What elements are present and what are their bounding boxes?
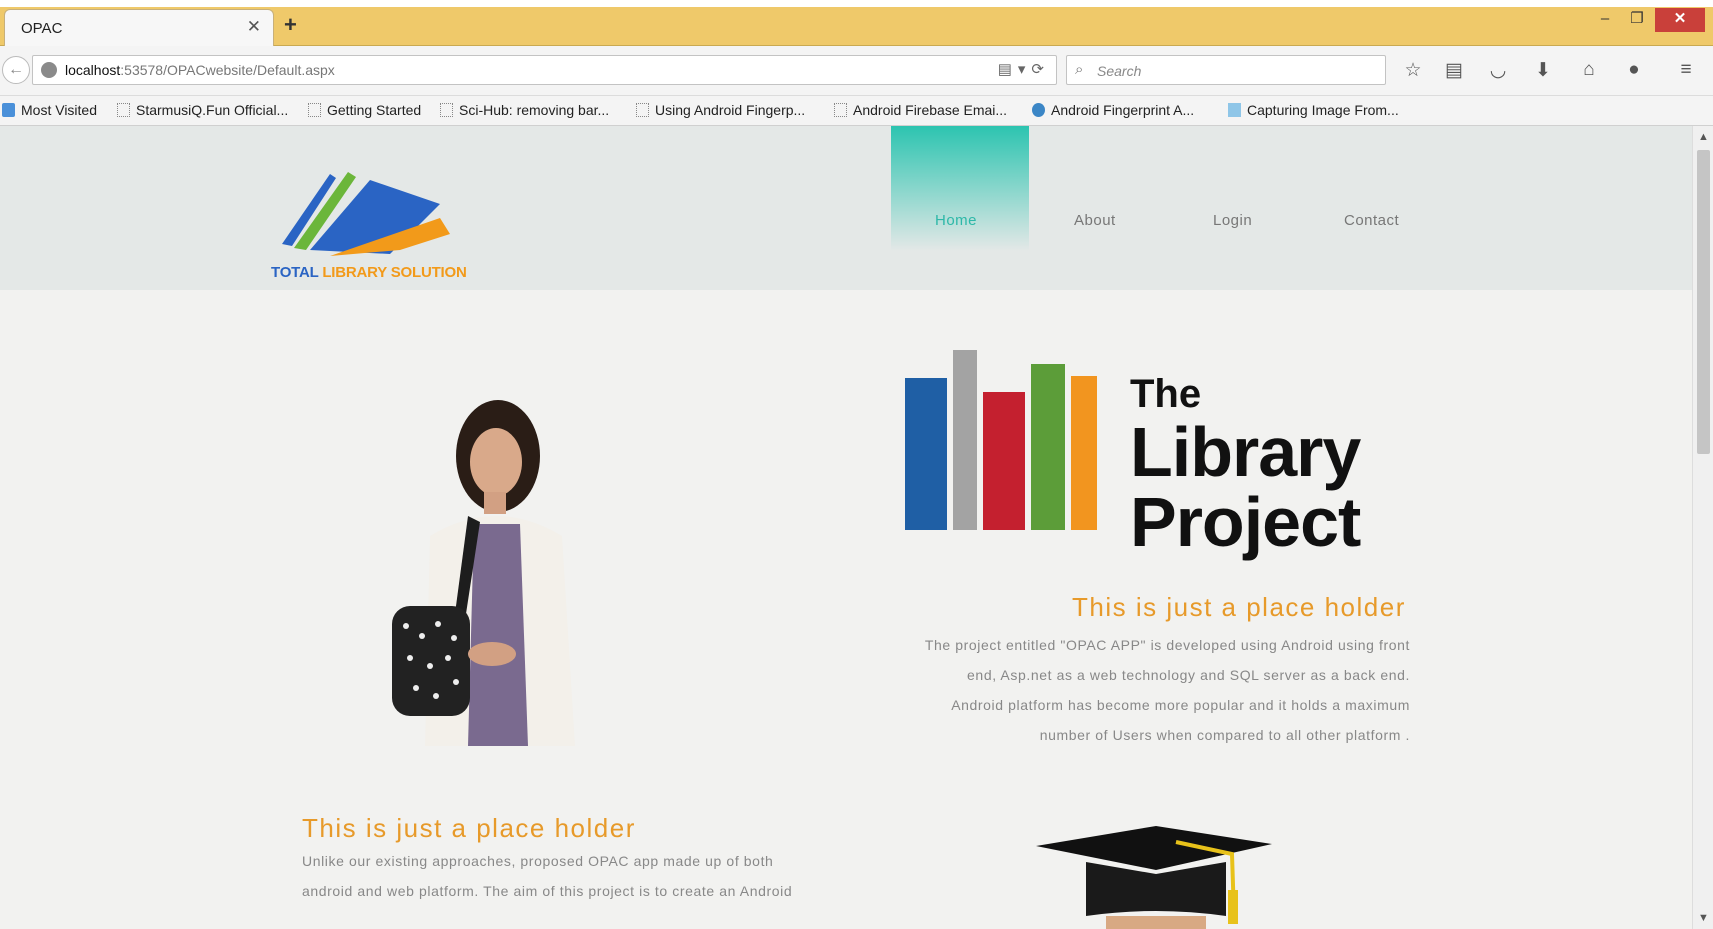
tab-title: OPAC	[21, 20, 63, 37]
paragraph-line: The project entitled "OPAC APP" is devel…	[924, 637, 1410, 653]
section1-paragraph: The project entitled "OPAC APP" is devel…	[850, 630, 1410, 750]
paragraph-line: android and web platform. The aim of thi…	[302, 883, 793, 899]
browser-tab[interactable]: OPAC ✕	[4, 9, 274, 47]
section2-paragraph: Unlike our existing approaches, proposed…	[302, 846, 862, 906]
pocket-icon[interactable]: ◡	[1485, 59, 1511, 82]
close-window-button[interactable]: ✕	[1655, 8, 1705, 32]
back-button[interactable]: ←	[2, 56, 30, 84]
browser-window: OPAC ✕ + – ❐ ✕ ← localhost:53578/OPACweb…	[0, 0, 1713, 929]
page-icon	[440, 103, 453, 117]
section1-heading: This is just a place holder	[1072, 592, 1406, 622]
page-icon	[636, 103, 649, 117]
address-bar[interactable]: localhost:53578/OPACwebsite/Default.aspx…	[32, 55, 1057, 85]
download-icon[interactable]: ⬇	[1530, 59, 1556, 82]
nav-about[interactable]: About	[1074, 212, 1116, 229]
bookmark-item[interactable]: StarmusiQ.Fun Official...	[117, 102, 288, 118]
nav-active-highlight	[891, 126, 1029, 251]
nav-contact[interactable]: Contact	[1344, 212, 1399, 229]
section2-heading: This is just a place holder	[302, 813, 636, 843]
page-icon	[834, 103, 847, 117]
page-icon	[117, 103, 130, 117]
search-placeholder: Search	[1097, 63, 1142, 79]
hero-logo-library: Library	[1130, 413, 1361, 491]
site-info-icon[interactable]	[41, 62, 57, 78]
hero-logo-project: Project	[1130, 483, 1361, 561]
graduation-cap-icon	[1036, 826, 1272, 929]
paragraph-line: Android platform has become more popular…	[951, 697, 1410, 713]
bookmark-item[interactable]: Android Firebase Emai...	[834, 102, 1007, 118]
close-tab-icon[interactable]: ✕	[247, 17, 261, 37]
nav-toolbar: ← localhost:53578/OPACwebsite/Default.as…	[0, 46, 1713, 96]
page-icon	[308, 103, 321, 117]
url-text: localhost:53578/OPACwebsite/Default.aspx	[65, 62, 335, 78]
bookmark-item[interactable]: Capturing Image From...	[1228, 102, 1399, 118]
scroll-up-icon[interactable]: ▲	[1698, 131, 1709, 143]
chat-icon[interactable]: ●	[1621, 59, 1647, 81]
paragraph-line: number of Users when compared to all oth…	[1039, 727, 1410, 743]
new-tab-button[interactable]: +	[284, 12, 297, 38]
bookmark-item[interactable]: Sci-Hub: removing bar...	[440, 102, 609, 118]
logo-text: TOTAL LIBRARY SOLUTION	[271, 264, 467, 281]
hero-logo-the: The	[1130, 372, 1202, 416]
bookmark-item[interactable]: Android Fingerprint A...	[1032, 102, 1194, 118]
url-host: localhost	[65, 62, 121, 78]
most-visited-icon	[2, 103, 15, 117]
menu-icon[interactable]: ≡	[1673, 59, 1699, 81]
reading-list-icon[interactable]: ▤	[1441, 59, 1467, 82]
bookmark-item[interactable]: Using Android Fingerp...	[636, 102, 805, 118]
bookmark-item[interactable]: Getting Started	[308, 102, 421, 118]
nav-login[interactable]: Login	[1213, 212, 1252, 229]
web-page: TOTAL LIBRARY SOLUTION Home About Login …	[0, 126, 1692, 929]
nav-home[interactable]: Home	[935, 212, 977, 229]
tab-bar: OPAC ✕ + – ❐ ✕	[0, 0, 1713, 47]
image-icon	[1228, 103, 1241, 117]
scrollbar-thumb[interactable]	[1697, 150, 1710, 454]
minimize-button[interactable]: –	[1590, 8, 1620, 32]
home-icon[interactable]: ⌂	[1576, 59, 1602, 81]
bookmark-star-icon[interactable]: ☆	[1400, 59, 1426, 82]
paragraph-line: end, Asp.net as a web technology and SQL…	[967, 667, 1410, 683]
site-header: TOTAL LIBRARY SOLUTION Home About Login …	[0, 126, 1692, 290]
student-image	[392, 400, 575, 746]
bookmarks-toolbar: Most Visited StarmusiQ.Fun Official... G…	[0, 96, 1713, 126]
scroll-down-icon[interactable]: ▼	[1698, 912, 1709, 924]
gear-icon	[1032, 103, 1045, 117]
page-scrollbar[interactable]: ▲ ▼	[1692, 126, 1713, 929]
url-tools-icons[interactable]: ▤▾⟳	[998, 60, 1050, 78]
restore-button[interactable]: ❐	[1622, 8, 1652, 32]
search-icon: ⌕	[1075, 61, 1084, 78]
paragraph-line: Unlike our existing approaches, proposed…	[302, 853, 774, 869]
search-box[interactable]: ⌕ Search	[1066, 55, 1386, 85]
url-path: :53578/OPACwebsite/Default.aspx	[120, 62, 335, 78]
bookmark-item[interactable]: Most Visited	[2, 102, 97, 118]
